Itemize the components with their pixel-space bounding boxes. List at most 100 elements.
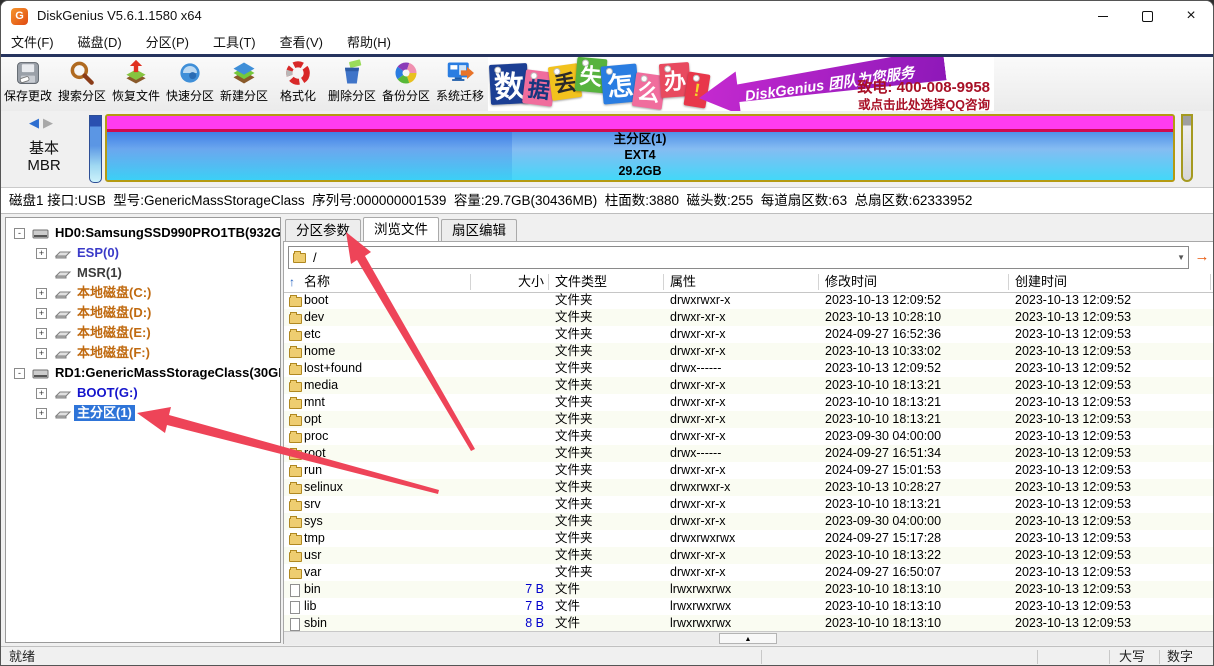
cell-type: 文件夹 xyxy=(555,377,593,394)
tree-item-0[interactable]: -HD0:SamsungSSD990PRO1TB(932GB) xyxy=(6,223,280,243)
disk-nav: ◀▶ xyxy=(29,115,57,131)
file-row-dev[interactable]: dev文件夹drwxr-xr-x2023-10-13 10:28:102023-… xyxy=(284,309,1214,326)
partition-bar[interactable]: 主分区(1) EXT4 29.2GB xyxy=(105,114,1175,182)
column-header-2[interactable]: 文件类型 xyxy=(555,272,607,292)
column-separator[interactable] xyxy=(1008,274,1009,290)
prev-disk-arrow-icon[interactable]: ◀ xyxy=(29,115,43,130)
expand-box-icon[interactable]: + xyxy=(36,288,47,299)
save-button[interactable]: 保存更改 xyxy=(1,57,55,111)
file-row-var[interactable]: var文件夹drwxr-xr-x2024-09-27 16:50:072023-… xyxy=(284,564,1214,581)
tree-item-5[interactable]: +本地磁盘(E:) xyxy=(6,323,280,343)
expand-box-icon[interactable]: - xyxy=(14,228,25,239)
column-separator[interactable] xyxy=(470,274,471,290)
file-row-mnt[interactable]: mnt文件夹drwxr-xr-x2023-10-10 18:13:212023-… xyxy=(284,394,1214,411)
tree-item-1[interactable]: +ESP(0) xyxy=(6,243,280,263)
folder-icon xyxy=(289,552,302,562)
file-row-tmp[interactable]: tmp文件夹drwxrwxrwx2024-09-27 15:17:282023-… xyxy=(284,530,1214,547)
file-row-run[interactable]: run文件夹drwxr-xr-x2024-09-27 15:01:532023-… xyxy=(284,462,1214,479)
tree-item-label: BOOT(G:) xyxy=(74,385,141,401)
file-row-lib[interactable]: lib7 B文件lrwxrwxrwx2023-10-10 18:13:10202… xyxy=(284,598,1214,615)
cell-created: 2023-10-13 12:09:52 xyxy=(1015,360,1131,377)
menu-item-2[interactable]: 分区(P) xyxy=(136,31,203,54)
horizontal-scrollbar[interactable]: ▲ xyxy=(284,631,1214,645)
tree-item-4[interactable]: +本地磁盘(D:) xyxy=(6,303,280,323)
quick-partition-button[interactable]: 快速分区 xyxy=(163,57,217,111)
column-separator[interactable] xyxy=(548,274,549,290)
next-disk-arrow-icon[interactable]: ▶ xyxy=(43,115,57,130)
file-row-etc[interactable]: etc文件夹drwxr-xr-x2024-09-27 16:52:362023-… xyxy=(284,326,1214,343)
menu-item-3[interactable]: 工具(T) xyxy=(203,31,270,54)
format-button[interactable]: 格式化 xyxy=(271,57,325,111)
file-row-boot[interactable]: boot文件夹drwxrwxr-x2023-10-13 12:09:522023… xyxy=(284,292,1214,309)
tab-1[interactable]: 浏览文件 xyxy=(363,217,439,241)
expand-box-icon[interactable]: + xyxy=(36,308,47,319)
tree-item-label: 本地磁盘(C:) xyxy=(74,285,154,301)
cell-modified: 2023-10-10 18:13:21 xyxy=(825,496,941,513)
menu-item-1[interactable]: 磁盘(D) xyxy=(68,31,136,54)
search-button[interactable]: 搜索分区 xyxy=(55,57,109,111)
tree-item-6[interactable]: +本地磁盘(F:) xyxy=(6,343,280,363)
file-row-proc[interactable]: proc文件夹drwxr-xr-x2023-09-30 04:00:002023… xyxy=(284,428,1214,445)
menu-item-5[interactable]: 帮助(H) xyxy=(337,31,405,54)
tab-2[interactable]: 扇区编辑 xyxy=(441,219,517,241)
expand-box-icon[interactable]: + xyxy=(36,388,47,399)
minimize-button[interactable] xyxy=(1081,1,1125,31)
tree-item-primary-partition-selected[interactable]: +主分区(1) xyxy=(6,403,280,423)
column-header-0[interactable]: 名称 xyxy=(304,272,330,292)
cell-attr: lrwxrwxrwx xyxy=(670,581,731,598)
path-combobox[interactable]: / ▼ xyxy=(288,246,1189,269)
expand-box-icon[interactable]: + xyxy=(36,328,47,339)
scrollbar-thumb[interactable]: ▲ xyxy=(719,633,777,644)
file-row-home[interactable]: home文件夹drwxr-xr-x2023-10-13 10:33:022023… xyxy=(284,343,1214,360)
cell-name: boot xyxy=(304,292,328,309)
file-row-opt[interactable]: opt文件夹drwxr-xr-x2023-10-10 18:13:212023-… xyxy=(284,411,1214,428)
column-header-4[interactable]: 修改时间 xyxy=(825,272,877,292)
chevron-down-icon[interactable]: ▼ xyxy=(1177,247,1185,268)
maximize-button[interactable] xyxy=(1125,1,1169,31)
partition-icon xyxy=(54,267,72,279)
column-separator[interactable] xyxy=(1210,274,1211,290)
ad-banner[interactable]: 数据丢失怎么办! DiskGenius 团队为您服务 致电: 400-008-9… xyxy=(488,57,994,111)
tree-item-3[interactable]: + 本地磁盘(C:) xyxy=(6,283,280,303)
tab-0[interactable]: 分区参数 xyxy=(285,219,361,241)
numlock-indicator: 数字 xyxy=(1167,647,1193,666)
file-row-bin[interactable]: bin7 B文件lrwxrwxrwx2023-10-10 18:13:10202… xyxy=(284,581,1214,598)
file-row-sbin[interactable]: sbin8 B文件lrwxrwxrwx2023-10-10 18:13:1020… xyxy=(284,615,1214,632)
column-separator[interactable] xyxy=(818,274,819,290)
backup-partition-button[interactable]: 备份分区 xyxy=(379,57,433,111)
column-header-1[interactable]: 大小 xyxy=(472,272,544,292)
system-migration-button[interactable]: 系统迁移 xyxy=(433,57,487,111)
cell-type: 文件夹 xyxy=(555,479,593,496)
cell-created: 2023-10-13 12:09:53 xyxy=(1015,394,1131,411)
expand-box-icon[interactable]: + xyxy=(36,248,47,259)
ad-banner-qq-link[interactable]: 或点击此处选择QQ咨询 xyxy=(858,94,990,111)
close-button[interactable]: × xyxy=(1169,1,1213,31)
new-partition-button[interactable]: 新建分区 xyxy=(217,57,271,111)
file-row-media[interactable]: media文件夹drwxr-xr-x2023-10-10 18:13:21202… xyxy=(284,377,1214,394)
free-space-strip[interactable] xyxy=(1181,114,1193,182)
cell-modified: 2023-10-10 18:13:21 xyxy=(825,394,941,411)
file-row-usr[interactable]: usr文件夹drwxr-xr-x2023-10-10 18:13:222023-… xyxy=(284,547,1214,564)
file-row-lost+found[interactable]: lost+found文件夹drwx------2023-10-13 12:09:… xyxy=(284,360,1214,377)
file-row-root[interactable]: root文件夹drwx------2024-09-27 16:51:342023… xyxy=(284,445,1214,462)
path-go-button[interactable]: → xyxy=(1193,246,1211,267)
expand-box-icon[interactable]: + xyxy=(36,348,47,359)
disk-strip[interactable] xyxy=(89,115,102,183)
column-header-3[interactable]: 属性 xyxy=(670,272,696,292)
file-row-srv[interactable]: srv文件夹drwxr-xr-x2023-10-10 18:13:212023-… xyxy=(284,496,1214,513)
tree-item-2[interactable]: MSR(1) xyxy=(6,263,280,283)
status-text: 就绪 xyxy=(9,647,35,666)
file-row-sys[interactable]: sys文件夹drwxr-xr-x2023-09-30 04:00:002023-… xyxy=(284,513,1214,530)
expand-box-icon[interactable]: - xyxy=(14,368,25,379)
column-separator[interactable] xyxy=(663,274,664,290)
expand-box-icon[interactable]: + xyxy=(36,408,47,419)
folder-icon xyxy=(289,450,302,460)
menu-item-4[interactable]: 查看(V) xyxy=(270,31,337,54)
recover-files-button[interactable]: 恢复文件 xyxy=(109,57,163,111)
file-row-selinux[interactable]: selinux文件夹drwxrwxr-x2023-10-13 10:28:272… xyxy=(284,479,1214,496)
delete-partition-button[interactable]: 删除分区 xyxy=(325,57,379,111)
tree-item-7[interactable]: -RD1:GenericMassStorageClass(30GB) xyxy=(6,363,280,383)
menu-item-0[interactable]: 文件(F) xyxy=(1,31,68,54)
column-header-5[interactable]: 创建时间 xyxy=(1015,272,1067,292)
tree-item-8[interactable]: + BOOT(G:) xyxy=(6,383,280,403)
